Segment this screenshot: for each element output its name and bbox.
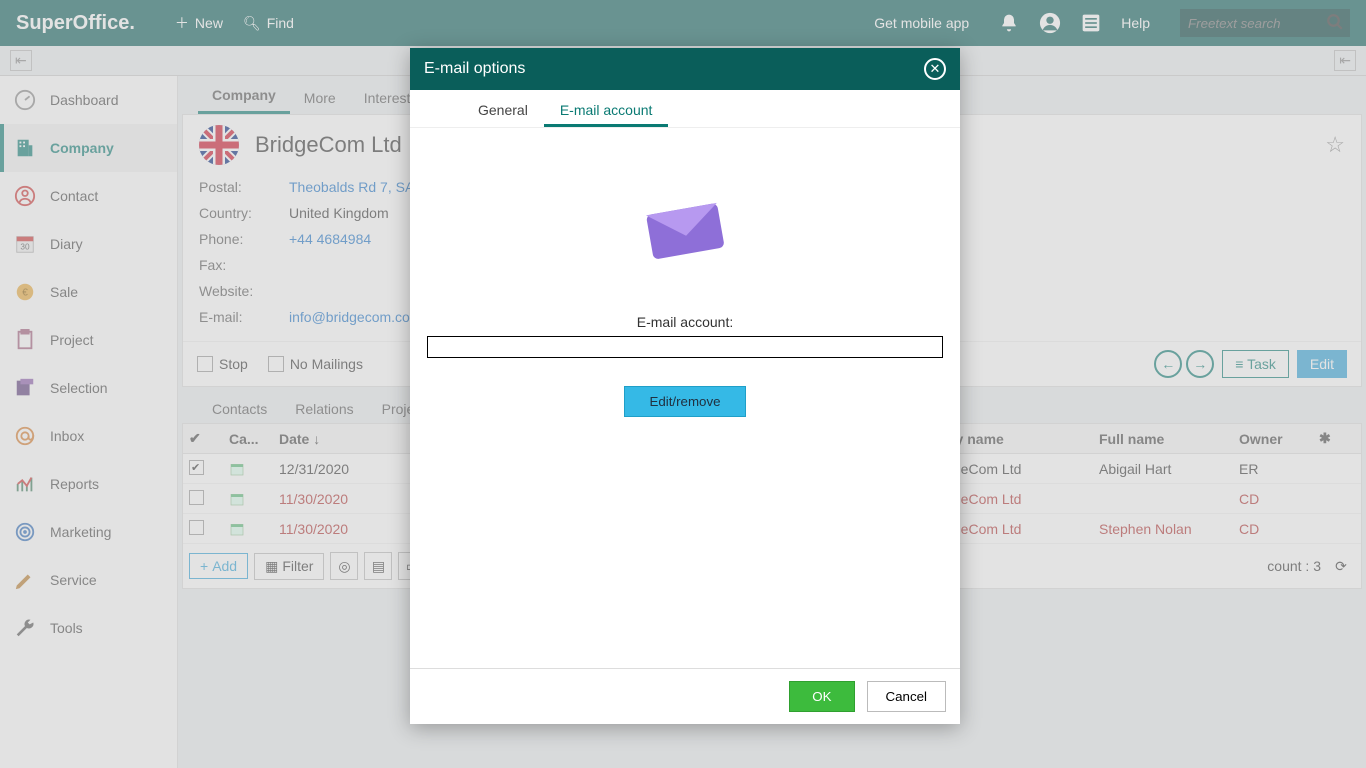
close-icon[interactable]: ✕: [924, 58, 946, 80]
envelope-icon: [640, 198, 730, 264]
modal-header: E-mail options ✕: [410, 48, 960, 90]
ok-button[interactable]: OK: [789, 681, 854, 712]
modal-body: E-mail account: Edit/remove: [410, 128, 960, 668]
tab-general[interactable]: General: [462, 96, 544, 127]
email-account-label: E-mail account:: [637, 314, 733, 330]
tab-email-account[interactable]: E-mail account: [544, 96, 669, 127]
email-account-input[interactable]: [427, 336, 943, 358]
email-options-dialog: E-mail options ✕ General E-mail account …: [410, 48, 960, 724]
modal-title: E-mail options: [424, 60, 525, 78]
modal-tabs: General E-mail account: [410, 90, 960, 128]
edit-remove-button[interactable]: Edit/remove: [624, 386, 745, 417]
cancel-button[interactable]: Cancel: [867, 681, 947, 712]
modal-footer: OK Cancel: [410, 668, 960, 724]
